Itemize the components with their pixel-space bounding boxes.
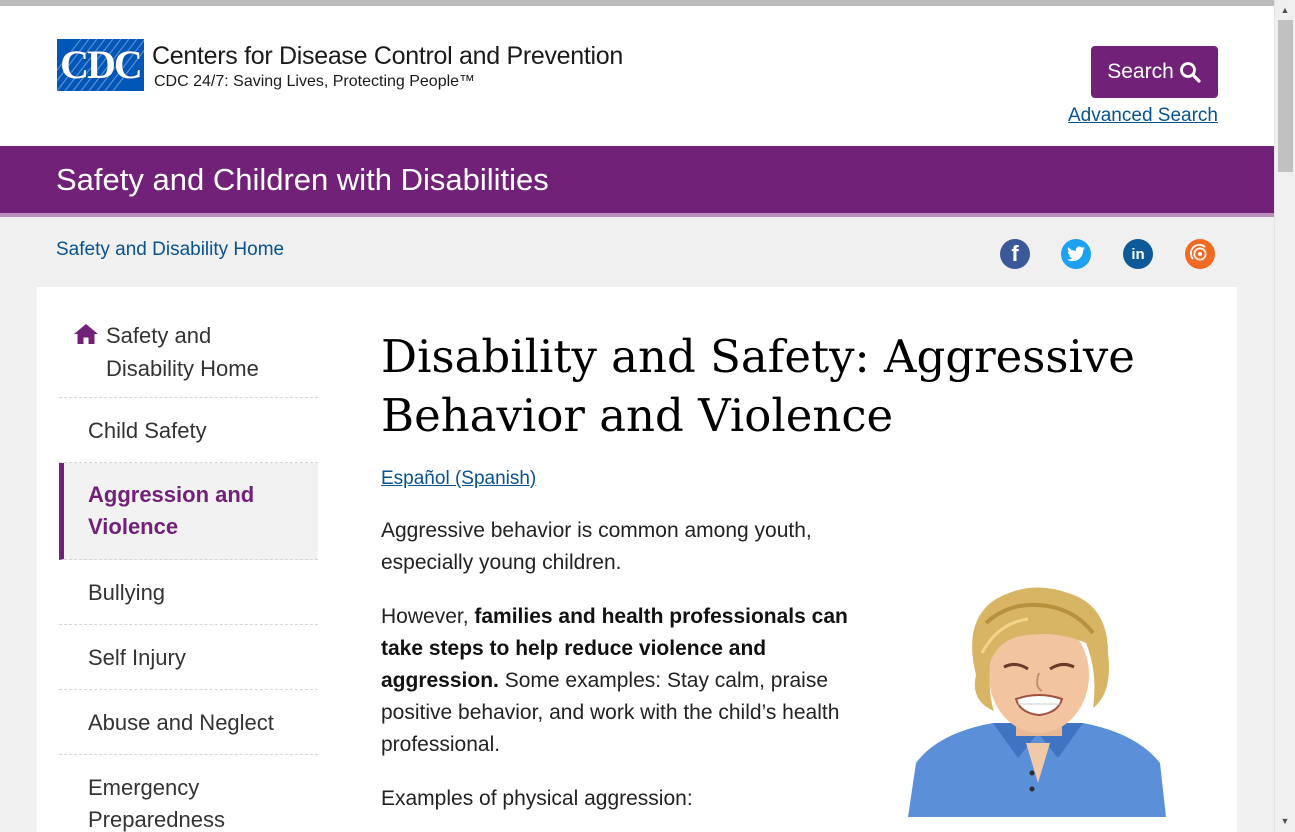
article-paragraph-2: However, families and health professiona…	[381, 601, 861, 761]
site-title-bar: Safety and Children with Disabilities	[0, 146, 1274, 217]
twitter-icon[interactable]	[1061, 239, 1091, 269]
sidebar-item-label: Aggression and Violence	[88, 482, 255, 539]
page-title: Disability and Safety: Aggressive Behavi…	[381, 330, 1135, 442]
scrollbar-thumb[interactable]	[1278, 20, 1293, 172]
facebook-glyph: f	[1011, 241, 1019, 266]
scroll-down-arrow-icon[interactable]: ▼	[1275, 813, 1295, 830]
facebook-icon[interactable]: f	[1000, 239, 1030, 269]
article-paragraph-3: Examples of physical aggression:	[381, 787, 693, 810]
sidebar-item-label: Emergency Preparedness	[88, 775, 225, 832]
sidebar-item-label: Self Injury	[88, 645, 186, 670]
sidebar-home-label: Safety and Disability Home	[106, 323, 259, 381]
sidebar-item-label: Bullying	[88, 580, 166, 605]
logo-text: CDC	[60, 42, 143, 87]
org-tagline: CDC 24/7: Saving Lives, Protecting Peopl…	[154, 73, 476, 90]
sidebar-item-aggression-violence[interactable]: Aggression and Violence	[59, 463, 318, 560]
search-icon	[1179, 62, 1201, 83]
sidebar-item-abuse-neglect[interactable]: Abuse and Neglect	[59, 690, 318, 755]
scroll-up-arrow-icon[interactable]: ▲	[1275, 2, 1295, 19]
search-button[interactable]: Search	[1091, 46, 1218, 98]
sidebar-item-child-safety[interactable]: Child Safety	[59, 398, 318, 463]
vertical-scrollbar[interactable]: ▲ ▼	[1274, 0, 1295, 832]
sidebar-item-self-injury[interactable]: Self Injury	[59, 625, 318, 690]
boy-grimacing-photo	[908, 583, 1166, 817]
sidebar-item-label: Abuse and Neglect	[88, 710, 274, 735]
paragraph-2-intro: However,	[381, 605, 475, 628]
advanced-search-link[interactable]: Advanced Search	[1068, 105, 1218, 127]
syndicate-icon[interactable]	[1185, 239, 1215, 269]
linkedin-icon[interactable]: in	[1123, 239, 1153, 269]
home-icon	[74, 324, 98, 344]
site-title[interactable]: Safety and Children with Disabilities	[56, 162, 549, 198]
article-paragraph-1: Aggressive behavior is common among yout…	[381, 519, 812, 574]
org-name[interactable]: Centers for Disease Control and Preventi…	[152, 42, 623, 71]
twitter-bird-icon	[1067, 246, 1085, 262]
syndication-rings-icon	[1190, 244, 1207, 261]
sidebar-item-emergency-preparedness[interactable]: Emergency Preparedness	[59, 755, 318, 832]
linkedin-glyph: in	[1131, 245, 1145, 263]
breadcrumb-home-link[interactable]: Safety and Disability Home	[56, 239, 284, 261]
content-panel: Safety and Disability Home Child Safety …	[37, 287, 1237, 832]
spanish-language-link[interactable]: Español (Spanish)	[381, 468, 536, 490]
sidebar-nav: Safety and Disability Home Child Safety …	[59, 309, 318, 832]
sidebar-item-bullying[interactable]: Bullying	[59, 560, 318, 625]
cdc-logo[interactable]: CDC	[57, 39, 144, 91]
site-header: CDC Centers for Disease Control and Prev…	[0, 6, 1274, 146]
sidebar-item-home[interactable]: Safety and Disability Home	[59, 309, 318, 398]
search-button-label: Search	[1107, 60, 1174, 83]
sidebar-item-label: Child Safety	[88, 418, 207, 443]
